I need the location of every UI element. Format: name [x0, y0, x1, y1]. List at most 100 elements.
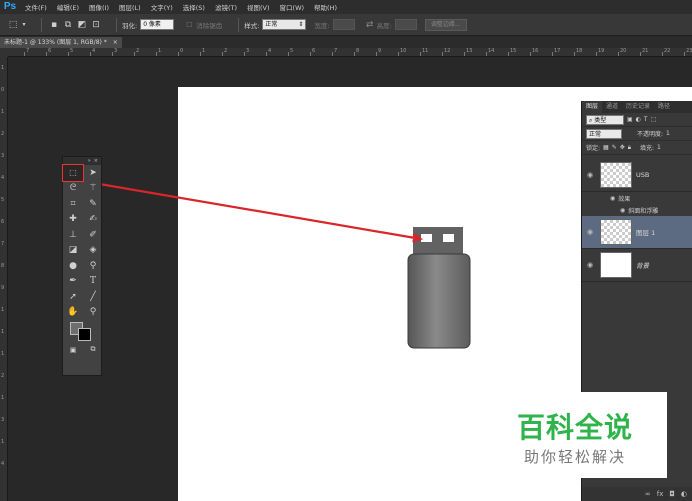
swap-icon[interactable]: ⇄: [363, 18, 377, 32]
type-tool[interactable]: T: [83, 274, 103, 290]
filter-pixel-icon[interactable]: ▣: [627, 116, 633, 123]
ruler-tick-label: 16: [532, 48, 539, 54]
path-selection-tool[interactable]: ➚: [63, 289, 83, 305]
blend-mode-select[interactable]: 正常: [586, 128, 622, 139]
healing-brush-tool[interactable]: ✚: [63, 212, 83, 228]
line-tool[interactable]: ╱: [83, 289, 103, 305]
eye-icon[interactable]: ◉: [620, 207, 625, 214]
crop-tool[interactable]: ⌗: [63, 196, 83, 212]
intersect-selection-icon[interactable]: ⊡: [89, 18, 103, 32]
blur-tool[interactable]: ●: [63, 258, 83, 274]
fill-value[interactable]: 1: [657, 144, 661, 151]
ruler-tick-label: 8: [1, 263, 5, 269]
ruler-tick-label: 5: [290, 48, 294, 54]
tools-panel-header[interactable]: » ×: [63, 157, 101, 165]
new-selection-icon[interactable]: ▪: [47, 18, 61, 32]
layer-effects-row[interactable]: ◉ 效果: [582, 192, 692, 204]
menu-window[interactable]: 窗口(W): [275, 2, 310, 12]
document-tab[interactable]: 未标题-1 @ 133% (图层 1, RGB/8) * ×: [0, 37, 122, 48]
layer-name: USB: [636, 171, 650, 179]
menu-file[interactable]: 文件(F): [20, 2, 52, 12]
layer-row[interactable]: ◉ 图层 1: [582, 216, 692, 249]
ruler-tick: [530, 52, 531, 56]
background-color[interactable]: [78, 328, 91, 341]
fx-icon[interactable]: fx: [657, 490, 664, 498]
menu-image[interactable]: 图像(I): [84, 2, 114, 12]
lock-transparency-icon[interactable]: ▦: [603, 144, 609, 151]
quick-mask-button[interactable]: ▣: [63, 342, 83, 358]
eyedropper-tool[interactable]: ✎: [83, 196, 103, 212]
subtract-selection-icon[interactable]: ◩: [75, 18, 89, 32]
marquee-preset-icon[interactable]: ⬚: [6, 18, 20, 32]
mask-icon[interactable]: ◘: [669, 490, 675, 498]
filter-type-icon[interactable]: T: [644, 116, 648, 123]
layer-filter-select[interactable]: ⌕ 类型: [586, 114, 624, 125]
height-label: 高度:: [376, 21, 392, 30]
ruler-tick-label: 11: [422, 48, 429, 54]
add-selection-icon[interactable]: ⧉: [61, 18, 75, 32]
zoom-tool[interactable]: ⚲: [83, 305, 103, 321]
layer-row[interactable]: ◉ 背景: [582, 249, 692, 282]
layer-row[interactable]: ◉ USB: [582, 159, 692, 192]
rectangular-marquee-tool[interactable]: ⬚: [62, 164, 84, 182]
history-brush-tool[interactable]: ✐: [83, 227, 103, 243]
width-input[interactable]: [332, 19, 355, 30]
ruler-tick: [200, 52, 201, 56]
eye-icon[interactable]: ◉: [610, 195, 615, 202]
refine-edge-button[interactable]: 调整边缘...: [424, 18, 467, 31]
menu-view[interactable]: 视图(V): [242, 2, 275, 12]
ruler-tick: [376, 52, 377, 56]
menu-type[interactable]: 文字(Y): [146, 2, 178, 12]
chevron-down-icon[interactable]: ▾: [20, 18, 28, 32]
menu-help[interactable]: 帮助(H): [309, 2, 342, 12]
lock-all-icon[interactable]: 🔒︎: [628, 144, 631, 152]
menu-layer[interactable]: 图层(L): [114, 2, 146, 12]
clone-stamp-tool[interactable]: ⊥: [63, 227, 83, 243]
eye-icon[interactable]: ◉: [582, 171, 598, 179]
ruler-tick-label: 7: [26, 48, 30, 54]
filter-shape-icon[interactable]: ⬚: [651, 116, 657, 123]
drop-icon: ●: [69, 260, 77, 271]
tab-history[interactable]: 历史记录: [622, 101, 654, 113]
close-icon[interactable]: ×: [94, 158, 98, 164]
tab-channels[interactable]: 通道: [602, 101, 622, 113]
eye-icon[interactable]: ◉: [582, 261, 598, 269]
antialias-checkbox[interactable]: ☐: [182, 18, 196, 32]
menu-filter[interactable]: 滤镜(T): [210, 2, 242, 12]
link-icon[interactable]: ∞: [645, 490, 651, 498]
ruler-tick: [618, 52, 619, 56]
brush-tool[interactable]: ✍: [83, 212, 103, 228]
lock-paint-icon[interactable]: ✎: [612, 144, 617, 151]
menu-edit[interactable]: 编辑(E): [52, 2, 84, 12]
hand-tool[interactable]: ✋: [63, 305, 83, 321]
ruler-tick-label: 1: [1, 395, 5, 401]
screen-mode-button[interactable]: ⧉: [83, 342, 103, 358]
pen-tool[interactable]: ✒: [63, 274, 83, 290]
opacity-value[interactable]: 1: [666, 130, 670, 137]
lasso-tool[interactable]: ᘓ: [63, 181, 83, 197]
layer-effect-item[interactable]: ◉ 斜面和浮雕: [582, 204, 692, 216]
ruler-tick-label: 1: [202, 48, 206, 54]
quick-selection-tool[interactable]: ⚚: [83, 181, 103, 197]
width-label: 宽度:: [314, 21, 330, 30]
eraser-tool[interactable]: ◪: [63, 243, 83, 259]
menu-select[interactable]: 选择(S): [178, 2, 210, 12]
tab-layers[interactable]: 图层: [582, 101, 603, 113]
dodge-tool[interactable]: ⚲: [83, 258, 103, 274]
lock-move-icon[interactable]: ✥: [620, 144, 625, 151]
style-select[interactable]: 正常 ⇕: [262, 19, 307, 30]
move-tool[interactable]: ➤: [83, 165, 103, 181]
adjustment-icon[interactable]: ◐: [681, 490, 687, 498]
close-icon[interactable]: ×: [113, 39, 118, 46]
ruler-tick-label: 1: [1, 439, 5, 445]
feather-input[interactable]: 0 像素: [140, 19, 175, 30]
paint-bucket-tool[interactable]: ◈: [83, 243, 103, 259]
layer-thumbnail: [600, 252, 632, 278]
collapse-icon[interactable]: »: [88, 158, 91, 164]
filter-adjustment-icon[interactable]: ◐: [636, 116, 641, 123]
ruler-tick: [640, 52, 641, 56]
tab-paths[interactable]: 路径: [654, 101, 674, 113]
eye-icon[interactable]: ◉: [582, 228, 598, 236]
height-input[interactable]: [394, 19, 417, 30]
ruler-tick-label: 6: [312, 48, 316, 54]
